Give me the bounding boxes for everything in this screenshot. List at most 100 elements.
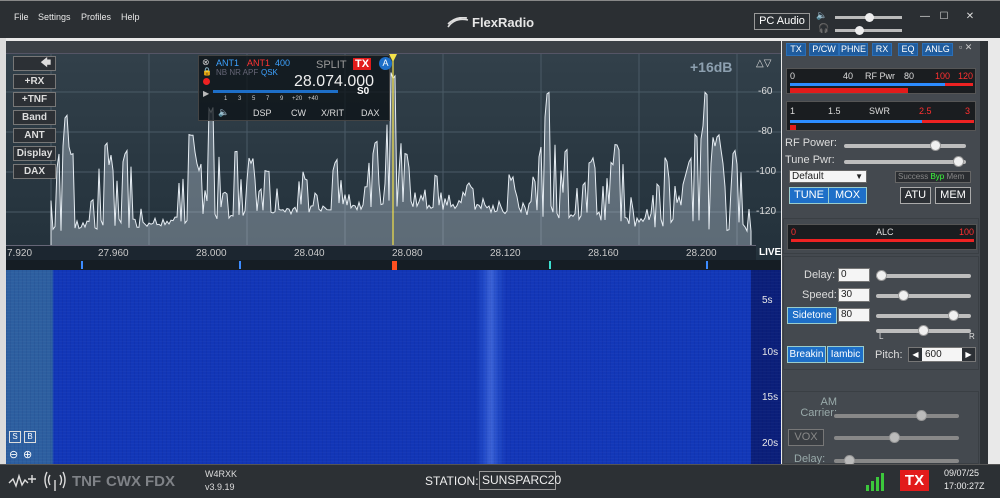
sidetone-slider[interactable] xyxy=(876,310,971,321)
speed-input[interactable]: 30 xyxy=(838,288,870,302)
slice-letter-badge[interactable]: A xyxy=(379,57,392,70)
vfo-tab-dsp[interactable]: DSP xyxy=(253,108,272,118)
db-label-80: -80 xyxy=(758,126,773,137)
ant-button[interactable]: ANT xyxy=(13,128,56,143)
band-button[interactable]: Band xyxy=(13,110,56,125)
vfo-tab-cw[interactable]: CW xyxy=(291,108,306,118)
tab-anlg[interactable]: ANLG xyxy=(922,43,953,56)
cwx-indicator[interactable]: CWX xyxy=(106,473,141,490)
sidetone-input[interactable]: 80 xyxy=(838,308,870,322)
pc-volume-slider[interactable] xyxy=(835,13,902,22)
tab-rx[interactable]: RX xyxy=(872,43,892,56)
tx-profile-select[interactable]: Default ▼ xyxy=(789,170,867,183)
lock-icon[interactable]: 🔒 xyxy=(202,67,212,76)
db-label-60: -60 xyxy=(758,86,773,97)
db-up-down-icon[interactable]: △▽ xyxy=(756,58,771,69)
sidetone-pan-slider[interactable] xyxy=(876,325,971,336)
time: 17:00:27Z xyxy=(944,481,985,491)
headphone-volume-slider[interactable] xyxy=(835,26,902,35)
speed-slider[interactable] xyxy=(876,290,971,301)
mox-button[interactable]: MOX xyxy=(828,187,867,204)
vox-slider[interactable] xyxy=(834,432,959,443)
station-name[interactable]: SUNSPARC20 xyxy=(479,471,561,490)
pc-audio-button[interactable]: PC Audio xyxy=(754,13,810,30)
pitch-value: 600 xyxy=(925,349,942,360)
dax-button[interactable]: DAX xyxy=(13,164,56,179)
waveform-icon[interactable] xyxy=(8,471,40,491)
tx-antenna[interactable]: ANT1 xyxy=(247,58,270,68)
display-button[interactable]: Display xyxy=(13,146,56,161)
rx-antenna[interactable]: ANT1 xyxy=(216,58,239,68)
tab-tx[interactable]: TX xyxy=(786,43,806,56)
s-button[interactable]: S xyxy=(9,431,21,443)
rf-power-meter: 0 40 RF Pwr 80 100 120 xyxy=(786,68,976,94)
filter-width[interactable]: 400 xyxy=(275,58,290,68)
date: 09/07/25 xyxy=(944,468,980,478)
app-title: FlexRadio xyxy=(472,15,535,30)
vox-button[interactable]: VOX xyxy=(788,429,824,446)
tx-status-button[interactable]: TX xyxy=(900,470,929,491)
tab-phne[interactable]: PHNE xyxy=(839,43,868,56)
s-meter-bar xyxy=(213,90,338,93)
breakin-button[interactable]: Breakin xyxy=(787,346,826,363)
panel-scrollbar[interactable] xyxy=(980,41,988,465)
vfo-tab-dax[interactable]: DAX xyxy=(361,108,380,118)
wf-time-label: 15s xyxy=(762,392,779,403)
db-offset: +16dB xyxy=(690,59,733,75)
audio-speaker-icon[interactable]: 🔈 xyxy=(218,107,229,118)
speed-label: Speed: xyxy=(802,289,837,301)
fdx-indicator[interactable]: FDX xyxy=(145,473,175,490)
collapse-arrow-button[interactable]: 🡄 xyxy=(13,56,56,71)
menu-settings[interactable]: Settings xyxy=(38,12,71,22)
wf-time-label: 20s xyxy=(762,438,779,449)
play-icon[interactable]: ▶ xyxy=(203,89,209,98)
sidetone-button[interactable]: Sidetone xyxy=(787,307,837,324)
alc-section: 0 ALC 100 xyxy=(783,218,979,254)
maximize-button[interactable]: ☐ xyxy=(935,10,953,24)
menu-profiles[interactable]: Profiles xyxy=(81,12,111,22)
qsk-indicator[interactable]: QSK xyxy=(261,68,278,77)
pitch-decrease-icon[interactable]: ◀ xyxy=(909,348,922,361)
atu-button[interactable]: ATU xyxy=(900,187,931,204)
delay-input[interactable]: 0 xyxy=(838,268,870,282)
b-button[interactable]: B xyxy=(24,431,36,443)
vfo-tab-xrit[interactable]: X/RIT xyxy=(321,108,344,118)
add-tnf-button[interactable]: +TNF xyxy=(13,92,56,107)
am-carrier-slider[interactable] xyxy=(834,410,959,421)
menu-file[interactable]: File xyxy=(14,12,29,22)
frequency-axis[interactable]: 7.920 27.960 28.000 28.040 28.080 28.120… xyxy=(6,245,756,260)
swr-meter: 1 1.5 SWR 2.5 3 xyxy=(786,101,976,131)
dropdown-arrow-icon: ▼ xyxy=(855,172,863,181)
tnf-indicator[interactable]: TNF xyxy=(72,473,101,490)
minimize-button[interactable]: — xyxy=(916,10,934,24)
record-icon[interactable] xyxy=(203,78,210,85)
mem-button[interactable]: MEM xyxy=(935,187,971,204)
pitch-spinner[interactable]: ◀ 600 ▶ xyxy=(908,347,976,362)
close-button[interactable]: ✕ xyxy=(961,10,979,24)
waterfall[interactable]: 5s 10s 15s 20s S B ⊖ ⊕ xyxy=(6,270,781,465)
version: v3.9.19 xyxy=(205,482,235,492)
zoom-out-icon[interactable]: ⊖ xyxy=(9,448,18,461)
freq-tick: 28.200 xyxy=(686,248,717,259)
pitch-increase-icon[interactable]: ▶ xyxy=(962,348,975,361)
panadapter[interactable]: 🡄 +RX +TNF Band ANT Display DAX ⊗ 🔒 ▶ AN… xyxy=(6,54,781,270)
split-button[interactable]: SPLIT xyxy=(316,59,347,71)
add-rx-button[interactable]: +RX xyxy=(13,74,56,89)
wf-time-label: 5s xyxy=(762,295,773,306)
vfo-flag[interactable]: ⊗ 🔒 ▶ ANT1 ANT1 400 NB NR APF QSK SPLIT … xyxy=(198,55,392,121)
headphones-icon: 🎧 xyxy=(818,23,830,33)
tab-pcw[interactable]: P/CW xyxy=(809,43,839,56)
nb-nr-apf[interactable]: NB NR APF xyxy=(216,68,258,77)
wf-time-label: 10s xyxy=(762,347,779,358)
iambic-button[interactable]: Iambic xyxy=(827,346,864,363)
tune-power-slider[interactable] xyxy=(844,156,966,167)
rf-power-slider[interactable] xyxy=(844,140,966,151)
panel-pin-icon[interactable]: ▫ ✕ xyxy=(959,42,972,53)
vox-delay-slider[interactable] xyxy=(834,455,959,466)
tx-slice-badge[interactable]: TX xyxy=(353,58,372,70)
delay-slider[interactable] xyxy=(876,270,971,281)
menu-help[interactable]: Help xyxy=(121,12,140,22)
tab-eq[interactable]: EQ xyxy=(898,43,918,56)
tune-button[interactable]: TUNE xyxy=(789,187,829,204)
zoom-in-icon[interactable]: ⊕ xyxy=(23,448,32,461)
